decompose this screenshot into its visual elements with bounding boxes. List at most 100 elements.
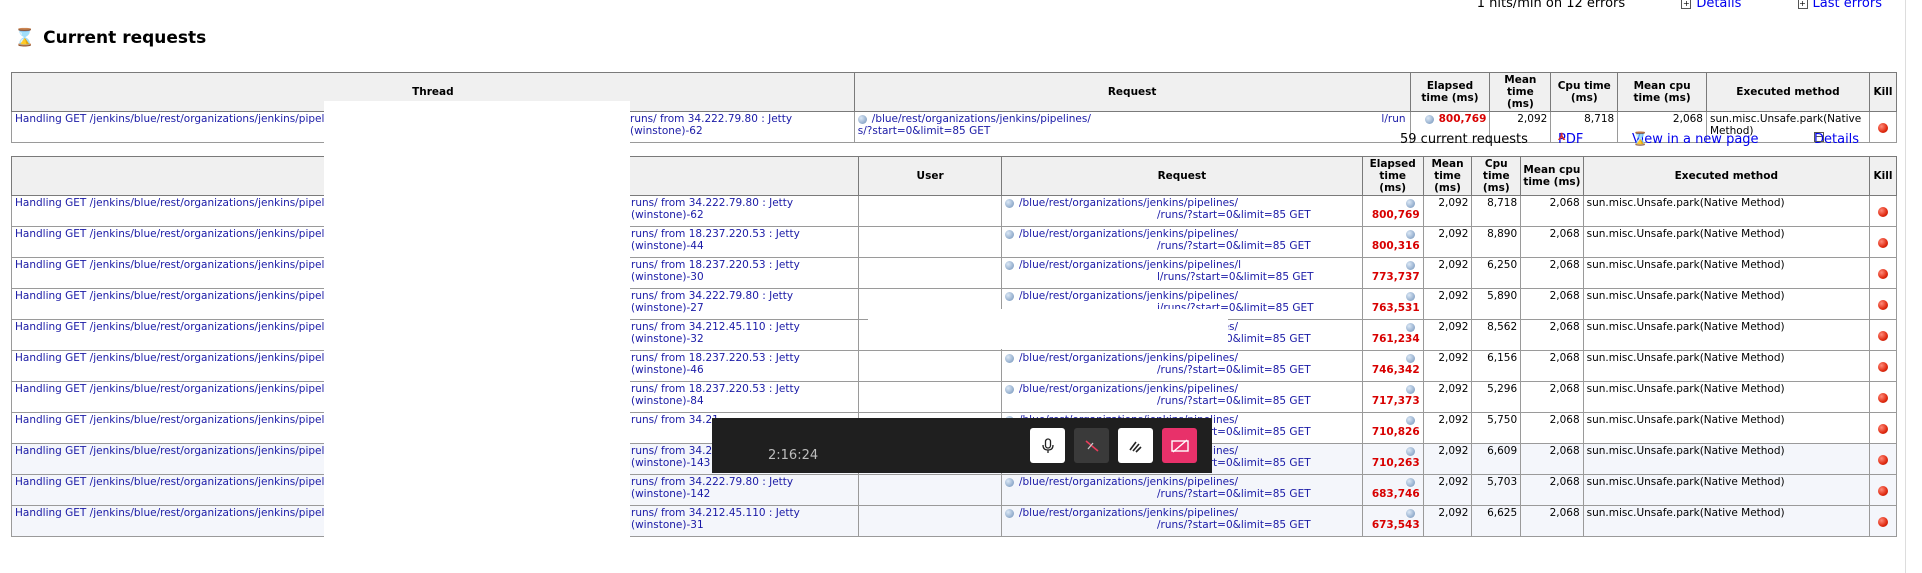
kill-icon[interactable]	[1878, 207, 1888, 217]
col-mean-cpu[interactable]: Mean cpu time (ms)	[1617, 72, 1707, 112]
col-user[interactable]: User	[858, 156, 1002, 196]
col-method[interactable]: Executed method	[1705, 72, 1870, 112]
request-line2[interactable]: /runs/?start=0&limit=85 GET	[1005, 209, 1359, 221]
request-link[interactable]: /blue/rest/organizations/jenkins/pipelin…	[1019, 507, 1238, 519]
col-cpu[interactable]: Cpu time (ms)	[1550, 72, 1619, 112]
request-line2[interactable]: s/?start=0&limit=85 GET	[858, 125, 990, 137]
kill-cell[interactable]	[1869, 319, 1897, 351]
request-cell[interactable]: /blue/rest/organizations/jenkins/pipelin…	[1000, 474, 1363, 506]
request-line2[interactable]: l/runs/?start=0&limit=85 GET	[1005, 271, 1359, 283]
request-line2[interactable]: /runs/?start=0&limit=85 GET	[1005, 240, 1359, 252]
kill-icon[interactable]	[1878, 455, 1888, 465]
kill-cell[interactable]	[1869, 257, 1897, 289]
cpu-cell: 8,890	[1471, 226, 1522, 258]
thread-link-tail[interactable]: runs/ from 18.237.220.53 : Jetty (winsto…	[631, 259, 858, 283]
thread-link[interactable]: Handling GET /jenkins/blue/rest/organiza…	[15, 414, 349, 426]
thread-link[interactable]: Handling GET /jenkins/blue/rest/organiza…	[15, 352, 349, 364]
kill-icon[interactable]	[1878, 269, 1888, 279]
raise-hand-button[interactable]	[1118, 428, 1153, 463]
kill-cell[interactable]	[1869, 350, 1897, 382]
info-icon	[1405, 291, 1415, 301]
request-cell[interactable]: /blue/rest/organizations/jenkins/pipelin…	[1000, 226, 1363, 258]
thread-link[interactable]: Handling GET /jenkins/blue/rest/organiza…	[15, 113, 349, 125]
cpu-cell: 6,156	[1471, 350, 1522, 382]
request-line2[interactable]: /runs/?start=0&limit=85 GET	[1005, 364, 1359, 376]
thread-link[interactable]: Handling GET /jenkins/blue/rest/organiza…	[15, 290, 349, 302]
details-link-label[interactable]: Details	[1696, 0, 1741, 11]
thread-link-tail[interactable]: runs/ from 18.237.220.53 : Jetty (winsto…	[631, 228, 858, 252]
col-mean[interactable]: Mean time (ms)	[1489, 72, 1552, 112]
thread-link-tail[interactable]: runs/ from 18.237.220.53 : Jetty (winsto…	[631, 383, 858, 407]
col-request[interactable]: Request	[853, 72, 1411, 112]
kill-icon[interactable]	[1878, 486, 1888, 496]
request-link[interactable]: /blue/rest/organizations/jenkins/pipelin…	[1019, 259, 1241, 271]
col-elapsed[interactable]: Elapsed time (ms)	[1361, 156, 1424, 196]
col-request[interactable]: Request	[1000, 156, 1363, 196]
last-errors-link[interactable]: + Last errors	[1772, 0, 1882, 11]
thread-link-tail[interactable]: runs/ from 34.222.79.80 : Jetty (winston…	[631, 476, 858, 500]
stop-share-button[interactable]	[1162, 428, 1197, 463]
thread-link-tail[interactable]: runs/ from 34.222.79.80 : Jetty (winston…	[631, 290, 858, 314]
request-line2[interactable]: /runs/?start=0&limit=85 GET	[1005, 519, 1359, 531]
info-icon	[1004, 291, 1014, 301]
details-link[interactable]: + Details	[1655, 0, 1741, 11]
thread-link[interactable]: Handling GET /jenkins/blue/rest/organiza…	[15, 197, 349, 209]
request-cell[interactable]: /blue/rest/organizations/jenkins/pipelin…	[1000, 350, 1363, 382]
kill-icon[interactable]	[1878, 362, 1888, 372]
col-mean[interactable]: Mean time (ms)	[1422, 156, 1473, 196]
thread-link[interactable]: Handling GET /jenkins/blue/rest/organiza…	[15, 507, 349, 519]
thread-link[interactable]: Handling GET /jenkins/blue/rest/organiza…	[15, 476, 349, 488]
thread-link-tail[interactable]: runs/ from 18.237.220.53 : Jetty (winsto…	[631, 352, 858, 376]
thread-link-tail[interactable]: runs/ from 34.212.45.110 : Jetty (winsto…	[631, 507, 858, 531]
pdf-link[interactable]: ⅄ PDF	[1558, 132, 1583, 147]
thread-link-tail[interactable]: runs/ from 34.21	[631, 414, 719, 426]
request-link[interactable]: /blue/rest/organizations/jenkins/pipelin…	[1019, 228, 1238, 240]
thread-link[interactable]: Handling GET /jenkins/blue/rest/organiza…	[15, 383, 349, 395]
col-cpu[interactable]: Cpu time (ms)	[1471, 156, 1522, 196]
kill-cell[interactable]	[1869, 288, 1897, 320]
kill-icon[interactable]	[1878, 300, 1888, 310]
vertical-scrollbar[interactable]	[1905, 0, 1922, 573]
request-link[interactable]: /blue/rest/organizations/jenkins/pipelin…	[1019, 476, 1238, 488]
request-cell[interactable]: /blue/rest/organizations/jenkins/pipelin…	[1000, 195, 1363, 227]
kill-icon[interactable]	[1878, 424, 1888, 434]
last-errors-link-label[interactable]: Last errors	[1813, 0, 1882, 11]
request-link[interactable]: /blue/rest/organizations/jenkins/pipelin…	[1019, 290, 1238, 302]
microphone-button[interactable]	[1030, 428, 1065, 463]
request-line2[interactable]: /runs/?start=0&limit=85 GET	[1005, 488, 1359, 500]
thread-link-tail[interactable]: runs/ from 34.222.79.80 : Jetty (winston…	[631, 197, 858, 221]
col-method[interactable]: Executed method	[1582, 156, 1871, 196]
kill-icon[interactable]	[1878, 517, 1888, 527]
kill-cell[interactable]	[1869, 505, 1897, 537]
request-cell[interactable]: /blue/rest/organizations/jenkins/pipelin…	[1000, 257, 1363, 289]
request-link[interactable]: /blue/rest/organizations/jenkins/pipelin…	[1019, 383, 1238, 395]
thread-link[interactable]: Handling GET /jenkins/blue/rest/organiza…	[15, 259, 349, 271]
col-elapsed[interactable]: Elapsed time (ms)	[1409, 72, 1491, 112]
kill-cell[interactable]	[1869, 474, 1897, 506]
request-cell[interactable]: /blue/rest/organizations/jenkins/pipelin…	[1000, 505, 1363, 537]
request-tail[interactable]: l/run	[1381, 113, 1405, 125]
view-new-page-link[interactable]: ⌛ View in a new page	[1632, 132, 1759, 147]
request-link[interactable]: /blue/rest/organizations/jenkins/pipelin…	[1019, 352, 1238, 364]
request-line2[interactable]: /runs/?start=0&limit=85 GET	[1005, 395, 1359, 407]
request-cell[interactable]: /blue/rest/organizations/jenkins/pipelin…	[1000, 381, 1363, 413]
camera-off-button[interactable]	[1074, 428, 1109, 463]
thread-link[interactable]: Handling GET /jenkins/blue/rest/organiza…	[15, 228, 349, 240]
kill-cell[interactable]	[1869, 443, 1897, 475]
kill-cell[interactable]	[1869, 381, 1897, 413]
details-link[interactable]: − Details	[1814, 132, 1859, 147]
thread-link-tail[interactable]: runs/ from 34.212.45.110 : Jetty (winsto…	[631, 321, 858, 345]
kill-icon[interactable]	[1878, 331, 1888, 341]
kill-cell[interactable]	[1869, 412, 1897, 444]
thread-link[interactable]: Handling GET /jenkins/blue/rest/organiza…	[15, 445, 349, 457]
kill-cell[interactable]	[1869, 226, 1897, 258]
kill-cell[interactable]	[1869, 195, 1897, 227]
col-mean-cpu[interactable]: Mean cpu time (ms)	[1520, 156, 1584, 196]
request-link[interactable]: /blue/rest/organizations/jenkins/pipelin…	[872, 113, 1091, 125]
elapsed-cell: 800,769	[1361, 195, 1424, 227]
thread-link-tail[interactable]: runs/ from 34.222.79.80 : Jetty (winston…	[630, 113, 854, 137]
kill-icon[interactable]	[1878, 238, 1888, 248]
thread-link[interactable]: Handling GET /jenkins/blue/rest/organiza…	[15, 321, 349, 333]
kill-icon[interactable]	[1878, 393, 1888, 403]
request-link[interactable]: /blue/rest/organizations/jenkins/pipelin…	[1019, 197, 1238, 209]
